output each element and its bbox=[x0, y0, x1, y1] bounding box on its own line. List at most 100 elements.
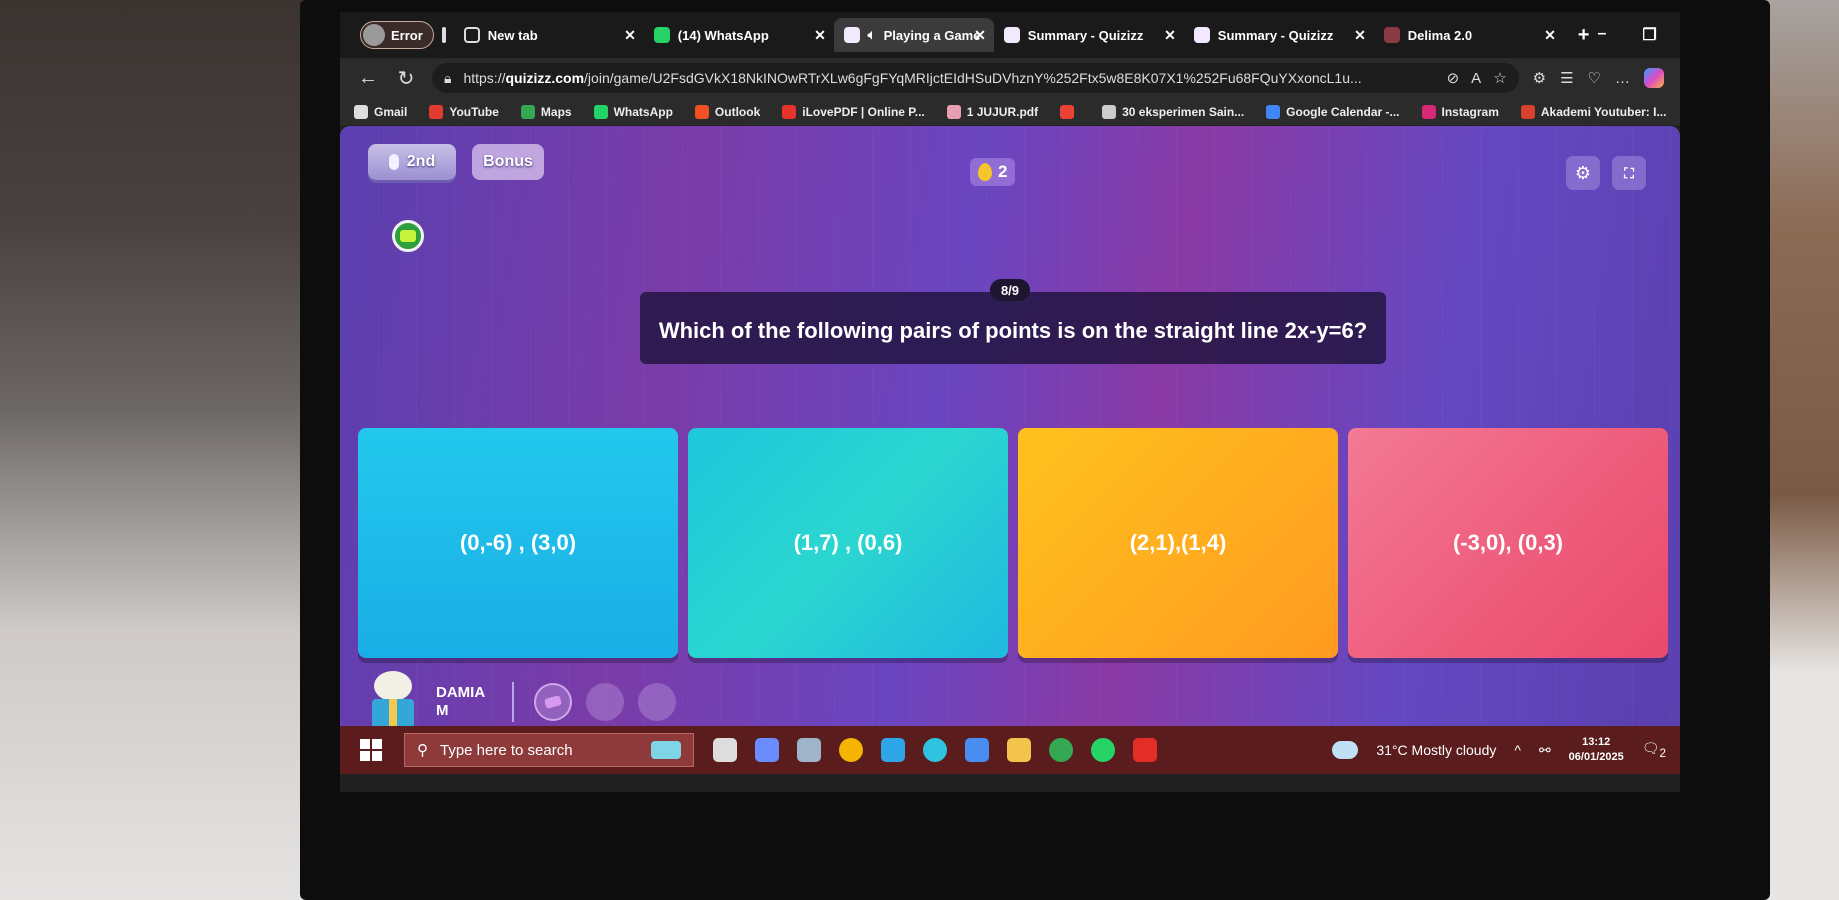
browser-tab[interactable]: 🔈︎ Playing a Game ✕ bbox=[833, 18, 994, 52]
powerup-badge[interactable] bbox=[392, 220, 424, 252]
favorite-star-icon[interactable]: ☆ bbox=[1493, 69, 1506, 87]
read-aloud-icon[interactable]: A bbox=[1471, 70, 1481, 87]
bookmark-label: 1 JUJUR.pdf bbox=[966, 104, 1039, 119]
chrome-icon[interactable] bbox=[1049, 738, 1073, 762]
answer-option[interactable]: (1,7) , (0,6) bbox=[688, 428, 1008, 658]
bookmark-item[interactable]: Akademi Youtuber: I... bbox=[1520, 104, 1666, 119]
taskbar-search[interactable]: ⚲ Type here to search bbox=[404, 733, 694, 767]
weather-text[interactable]: 31°C Mostly cloudy bbox=[1376, 742, 1496, 758]
bookmark-item[interactable]: 1 JUJUR.pdf bbox=[946, 104, 1039, 119]
bookmark-item[interactable]: Gmail bbox=[354, 104, 408, 119]
bonus-button[interactable]: Bonus bbox=[472, 144, 544, 180]
bookmark-label: iLovePDF | Online P... bbox=[802, 104, 925, 119]
time: 13:12 bbox=[1582, 736, 1611, 748]
close-tab-icon[interactable]: ✕ bbox=[1544, 27, 1556, 44]
bookmark-label: 30 eksperimen Sain... bbox=[1122, 104, 1245, 119]
close-tab-icon[interactable]: ✕ bbox=[1164, 27, 1176, 44]
search-icon: ⚲ bbox=[417, 742, 428, 759]
close-tab-icon[interactable]: ✕ bbox=[624, 27, 636, 44]
bookmark-item[interactable] bbox=[1060, 104, 1080, 119]
weather-icon[interactable] bbox=[1332, 741, 1359, 759]
close-tab-icon[interactable]: ✕ bbox=[814, 27, 826, 44]
youtube-icon[interactable] bbox=[1133, 738, 1157, 762]
browser-tab[interactable]: Summary - Quizizz ✕ bbox=[994, 18, 1184, 52]
tracking-prevention-icon[interactable]: ⊘ bbox=[1447, 69, 1460, 87]
url-text[interactable]: https://quizizz.com/join/game/U2FsdGVkX1… bbox=[463, 70, 1434, 86]
task-view-icon[interactable] bbox=[713, 738, 737, 762]
question-counter: 8/9 bbox=[990, 279, 1030, 301]
laptop-screen: Error New tab ✕ (14) WhatsApp ✕ 🔈︎ Playing a … bbox=[340, 12, 1680, 792]
answer-option[interactable]: (2,1),(1,4) bbox=[1018, 428, 1338, 658]
edge-icon[interactable] bbox=[923, 738, 947, 762]
bookmark-favicon-icon bbox=[520, 104, 535, 119]
bookmark-item[interactable]: iLovePDF | Online P... bbox=[782, 104, 925, 119]
clock[interactable]: 13:12 06/01/2025 bbox=[1569, 735, 1624, 765]
browser-tab[interactable]: Delima 2.0 ✕ bbox=[1374, 18, 1564, 52]
windows-start-icon[interactable] bbox=[360, 739, 382, 761]
extensions-icon[interactable]: ⚙ bbox=[1533, 69, 1546, 87]
streak-count: 2 bbox=[998, 162, 1008, 181]
quizizz-icon bbox=[1003, 27, 1020, 43]
bookmark-item[interactable]: WhatsApp bbox=[593, 104, 673, 119]
powerup-item-icon bbox=[543, 695, 563, 709]
search-placeholder: Type here to search bbox=[440, 741, 573, 759]
settings-button[interactable]: ⚙ bbox=[1566, 156, 1600, 190]
address-bar[interactable]: 🔒︎ https://quizizz.com/join/game/U2FsdGV… bbox=[432, 63, 1519, 93]
lock-icon: 🔒︎ bbox=[444, 69, 452, 86]
bookmark-label: Gmail bbox=[374, 104, 408, 119]
bookmark-item[interactable]: Instagram bbox=[1421, 104, 1499, 119]
network-icon[interactable]: ⚯ bbox=[1539, 742, 1551, 759]
audio-playing-icon[interactable]: 🔈︎ bbox=[868, 27, 876, 43]
tab-actions-icon[interactable] bbox=[441, 27, 446, 43]
question-text: Which of the following pairs of points i… bbox=[640, 292, 1386, 364]
bookmark-item[interactable]: Outlook bbox=[694, 104, 760, 119]
tab-label: Delima 2.0 bbox=[1407, 27, 1473, 43]
browser-tab[interactable]: Summary - Quizizz ✕ bbox=[1184, 18, 1374, 52]
bookmark-item[interactable]: 30 eksperimen Sain... bbox=[1102, 104, 1245, 119]
answer-options: (0,-6) , (3,0) (1,7) , (0,6) (2,1),(1,4) (-… bbox=[358, 428, 1668, 658]
new-tab-button[interactable]: + bbox=[1578, 24, 1590, 47]
new-tab-icon bbox=[463, 27, 480, 43]
rank-button[interactable]: 2nd bbox=[368, 144, 456, 180]
windows-taskbar: ⚲ Type here to search 31°C Mostly cloudy… bbox=[340, 726, 1680, 774]
file-explorer-icon[interactable] bbox=[1007, 738, 1031, 762]
rank-label: 2nd bbox=[406, 153, 436, 170]
refresh-button[interactable]: ↻ bbox=[394, 66, 418, 91]
camera-icon[interactable] bbox=[797, 738, 821, 762]
bookmark-favicon-icon bbox=[946, 104, 961, 119]
bookmark-item[interactable]: Maps bbox=[520, 104, 572, 119]
bookmark-label: Maps bbox=[540, 104, 572, 119]
collections-icon[interactable]: ♡ bbox=[1588, 69, 1601, 87]
favorites-icon[interactable]: ☰ bbox=[1560, 69, 1573, 87]
close-tab-icon[interactable]: ✕ bbox=[1354, 27, 1366, 44]
powerup-slot-filled[interactable] bbox=[534, 683, 572, 721]
bookmark-favicon-icon bbox=[1266, 104, 1281, 119]
bing-icon[interactable] bbox=[965, 738, 989, 762]
bookmark-item[interactable]: YouTube bbox=[429, 104, 499, 119]
copilot-icon[interactable] bbox=[1644, 68, 1664, 88]
browser-tab[interactable]: New tab ✕ bbox=[454, 18, 644, 52]
bookmark-item[interactable]: Google Calendar -... bbox=[1266, 104, 1400, 119]
mail-icon[interactable] bbox=[881, 738, 905, 762]
restore-button[interactable]: ❐ bbox=[1642, 25, 1656, 45]
whatsapp-icon bbox=[653, 27, 670, 43]
answer-option[interactable]: (0,-6) , (3,0) bbox=[358, 428, 678, 658]
profile-button[interactable]: Error bbox=[360, 21, 434, 49]
notification-icon[interactable]: 🗨︎2 bbox=[1642, 740, 1666, 760]
copilot-icon[interactable] bbox=[755, 738, 779, 762]
bookmark-favicon-icon bbox=[1520, 104, 1535, 119]
answer-text: (1,7) , (0,6) bbox=[793, 530, 903, 555]
show-hidden-icons-chevron-icon[interactable]: ^ bbox=[1514, 742, 1521, 758]
chrome-icon[interactable] bbox=[839, 738, 863, 762]
fullscreen-button[interactable]: ⛶ bbox=[1612, 156, 1646, 190]
browser-tab[interactable]: (14) WhatsApp ✕ bbox=[644, 18, 834, 52]
minimize-button[interactable]: – bbox=[1597, 25, 1606, 45]
answer-option[interactable]: (-3,0), (0,3) bbox=[1348, 428, 1668, 658]
back-button[interactable]: ← bbox=[356, 67, 380, 90]
whatsapp-icon[interactable] bbox=[1091, 738, 1115, 762]
taskbar-apps bbox=[704, 738, 1166, 762]
more-menu-icon[interactable]: … bbox=[1615, 70, 1630, 87]
close-tab-icon[interactable]: ✕ bbox=[974, 27, 986, 44]
profile-label: Error bbox=[391, 27, 423, 43]
bookmark-label: YouTube bbox=[449, 104, 499, 119]
